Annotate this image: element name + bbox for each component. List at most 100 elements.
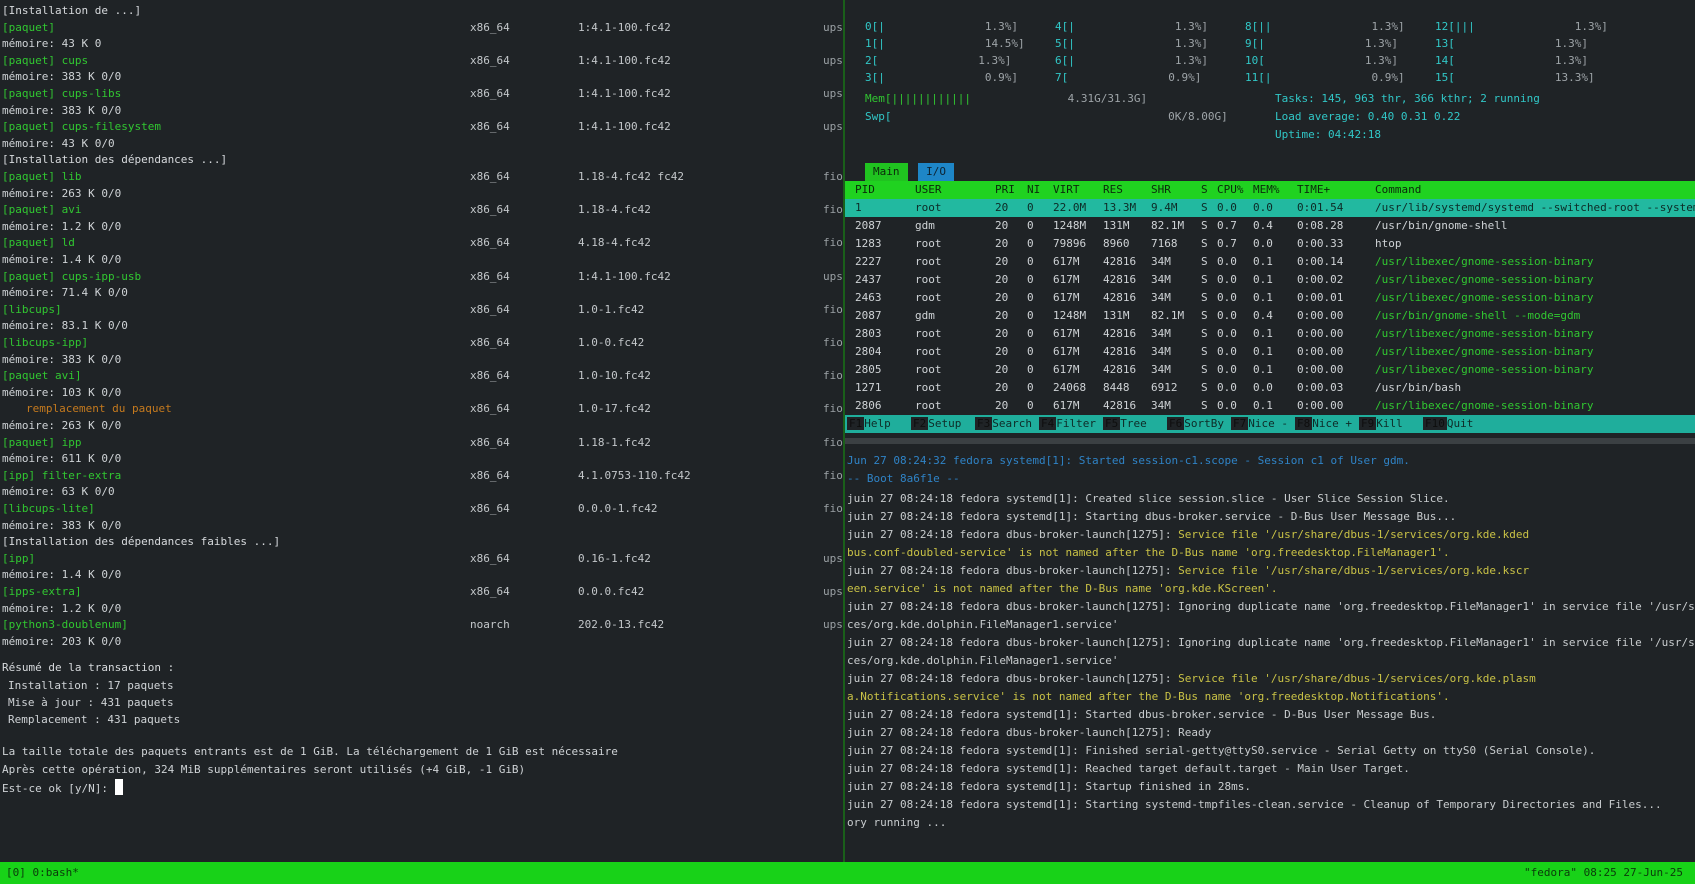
process-cell: /usr/libexec/gnome-session-binary <box>1375 327 1594 340</box>
process-row[interactable]: 1271 root 20 0 24068 8448 6912 S 0.0 0.0 0:00.03/u… <box>845 379 1695 397</box>
line-col-c2: x86_64 <box>470 203 510 217</box>
line-text: mémoire: 103 K 0/0 <box>2 385 122 399</box>
column-header-cpu[interactable]: CPU% <box>1217 181 1244 199</box>
tab-main[interactable]: Main <box>865 163 908 181</box>
process-row[interactable]: 2227 root 20 0 617M 42816 34M S 0.0 0.1 0:00.14/us… <box>845 253 1695 271</box>
process-row[interactable]: 2805 root 20 0 617M 42816 34M S 0.0 0.1 0:00.00/us… <box>845 361 1695 379</box>
line-col-c2: x86_64 <box>470 369 510 383</box>
process-cell: 0.0 <box>1217 327 1237 340</box>
status-right: "fedora" 08:25 27-Jun-25 <box>1524 866 1683 879</box>
terminal-window: [Installation de ...] [paquet] x86_64 1:4.1… <box>0 0 1695 884</box>
process-row-selected[interactable]: 1 root 20 0 22.0M 13.3M 9.4M S 0.0 0.0 0:01.54/usr… <box>845 199 1695 217</box>
process-cell: 42816 <box>1103 345 1137 358</box>
journal-text: juin 27 08:24:18 fedora systemd[1]: Star… <box>847 780 1251 793</box>
line-text: mémoire: 63 K 0/0 <box>2 485 115 499</box>
journal-warning: a.Notifications.service' is not named af… <box>847 690 1450 703</box>
process-row[interactable]: 1283 root 20 0 79896 8960 7168 S 0.7 0.0 0:00.33 ht… <box>845 235 1695 253</box>
left-pane-dnf-output[interactable]: [Installation de ...] [paquet] x86_64 1:4.1… <box>0 0 843 862</box>
fkey-setup[interactable]: F2 Setup <box>911 415 961 433</box>
journal-line: ces/org.kde.dolphin.FileManager1.service… <box>847 652 1119 670</box>
column-header-pri[interactable]: PRI <box>995 181 1015 199</box>
process-cell: 42816 <box>1103 399 1137 412</box>
fkey-filter[interactable]: F4 Filter <box>1039 415 1096 433</box>
cpu-label: 3[| <box>865 71 885 84</box>
fkey-nice[interactable]: F7 Nice - <box>1231 415 1288 433</box>
journal-header: Jun 27 08:24:32 fedora systemd[1]: Start… <box>847 454 1410 467</box>
fkey-kill[interactable]: F9 Kill <box>1359 415 1403 433</box>
process-cell: 0 <box>1027 309 1034 322</box>
process-row[interactable]: 2087 gdm 20 0 1248M 131M 82.1M S 0.0 0.4 0:00.00/u… <box>845 307 1695 325</box>
process-cell: 34M <box>1151 363 1171 376</box>
process-cell: S <box>1201 381 1208 394</box>
column-header-user[interactable]: USER <box>915 181 942 199</box>
column-header-virt[interactable]: VIRT <box>1053 181 1080 199</box>
process-cell: 0.0 <box>1217 363 1237 376</box>
fkey-label: SortBy <box>1184 417 1224 430</box>
cpu-value: 13.3%] <box>1554 71 1595 84</box>
fkey-tree[interactable]: F5 Tree <box>1103 415 1147 433</box>
fkey-key: F8 <box>1295 417 1313 430</box>
column-header-ni[interactable]: NI <box>1027 181 1040 199</box>
process-row[interactable]: 2803 root 20 0 617M 42816 34M S 0.0 0.1 0:00.00/us… <box>845 325 1695 343</box>
column-header-s[interactable]: S <box>1201 181 1208 199</box>
process-cell: S <box>1201 327 1208 340</box>
swp-meter: Swp[ 0K/8.00G] <box>865 108 1228 126</box>
process-cell: 79896 <box>1053 237 1087 250</box>
process-cell: 1271 <box>855 381 882 394</box>
process-row[interactable]: 2804 root 20 0 617M 42816 34M S 0.0 0.1 0:00.00/us… <box>845 343 1695 361</box>
journal-line: juin 27 08:24:18 fedora dbus-broker-laun… <box>847 634 1695 652</box>
process-cell: 0 <box>1027 291 1034 304</box>
process-cell: S <box>1201 219 1208 232</box>
column-header-pid[interactable]: PID <box>855 181 875 199</box>
journal-line: juin 27 08:24:18 fedora systemd[1]: Fini… <box>847 742 1595 760</box>
line-col-c4: fio <box>823 369 843 383</box>
process-cell: 2803 <box>855 327 882 340</box>
fkey-sortby[interactable]: F6 SortBy <box>1167 415 1224 433</box>
right-pane[interactable]: 0[| 1.3%] 4[| 1.3%] 8[|| 1.3%] 12[||| 1.3%] 1[| 1… <box>845 0 1695 862</box>
process-cell: 0:00.00 <box>1297 309 1344 322</box>
confirm-prompt[interactable]: Est-ce ok [y/N]: <box>2 779 123 797</box>
journal-warning: Service file '/usr/share/dbus-1/services… <box>1178 564 1530 577</box>
journal-text: juin 27 08:24:18 fedora systemd[1]: Star… <box>847 798 1662 811</box>
cpu-label: 15[ <box>1435 71 1455 84</box>
process-table-header[interactable]: PID USER PRI NI VIRT RES SHR S CPU% MEM% TIME+ Comm… <box>845 181 1695 199</box>
process-cell: 0:00.01 <box>1297 291 1344 304</box>
process-cell: 13.3M <box>1103 201 1137 214</box>
process-cell: 1 <box>855 201 862 214</box>
process-cell: 20 <box>995 219 1009 232</box>
process-cell: 20 <box>995 291 1009 304</box>
column-header-res[interactable]: RES <box>1103 181 1123 199</box>
size-text: Après cette opération, 324 MiB supplémen… <box>2 763 526 777</box>
process-cell: 42816 <box>1103 291 1137 304</box>
column-header-command[interactable]: Command <box>1375 181 1421 199</box>
status-left[interactable]: [0] 0:bash* <box>6 864 79 882</box>
process-row[interactable]: 2463 root 20 0 617M 42816 34M S 0.0 0.1 0:00.01/us… <box>845 289 1695 307</box>
line-text: mémoire: 611 K 0/0 <box>2 452 122 466</box>
process-row[interactable]: 2437 root 20 0 617M 42816 34M S 0.0 0.1 0:00.02/us… <box>845 271 1695 289</box>
fkey-search[interactable]: F3 Search <box>975 415 1032 433</box>
process-cell: 617M <box>1053 327 1080 340</box>
fkey-quit[interactable]: F10 Quit <box>1423 415 1473 433</box>
process-row[interactable]: 2806 root 20 0 617M 42816 34M S 0.0 0.1 0:00.00/us… <box>845 397 1695 415</box>
line-text: remplacement du paquet <box>26 402 172 416</box>
process-row[interactable]: 2087 gdm 20 0 1248M 131M 82.1M S 0.7 0.4 0:08.28/u… <box>845 217 1695 235</box>
text-cursor <box>114 779 123 796</box>
fkey-label: Setup <box>928 417 962 430</box>
line-text: [Installation des dépendances ...] <box>2 153 228 167</box>
fkey-nice[interactable]: F8 Nice + <box>1295 415 1352 433</box>
column-header-time[interactable]: TIME+ <box>1297 181 1330 199</box>
pane-separator[interactable] <box>845 438 1695 444</box>
tab-io[interactable]: I/O <box>918 163 954 181</box>
process-cell: S <box>1201 201 1208 214</box>
line-text: [paquet] <box>2 20 55 34</box>
process-cell: 0.1 <box>1253 399 1273 412</box>
cpu-label: 10[ <box>1245 54 1265 67</box>
process-cell: root <box>915 201 942 214</box>
line-text: [ipp] filter-extra <box>2 468 122 482</box>
fkey-help[interactable]: F1 Help <box>847 415 891 433</box>
process-cell: 617M <box>1053 273 1080 286</box>
process-cell: 0 <box>1027 273 1034 286</box>
column-header-shr[interactable]: SHR <box>1151 181 1171 199</box>
column-header-mem[interactable]: MEM% <box>1253 181 1280 199</box>
process-cell: 0:00.00 <box>1297 327 1344 340</box>
